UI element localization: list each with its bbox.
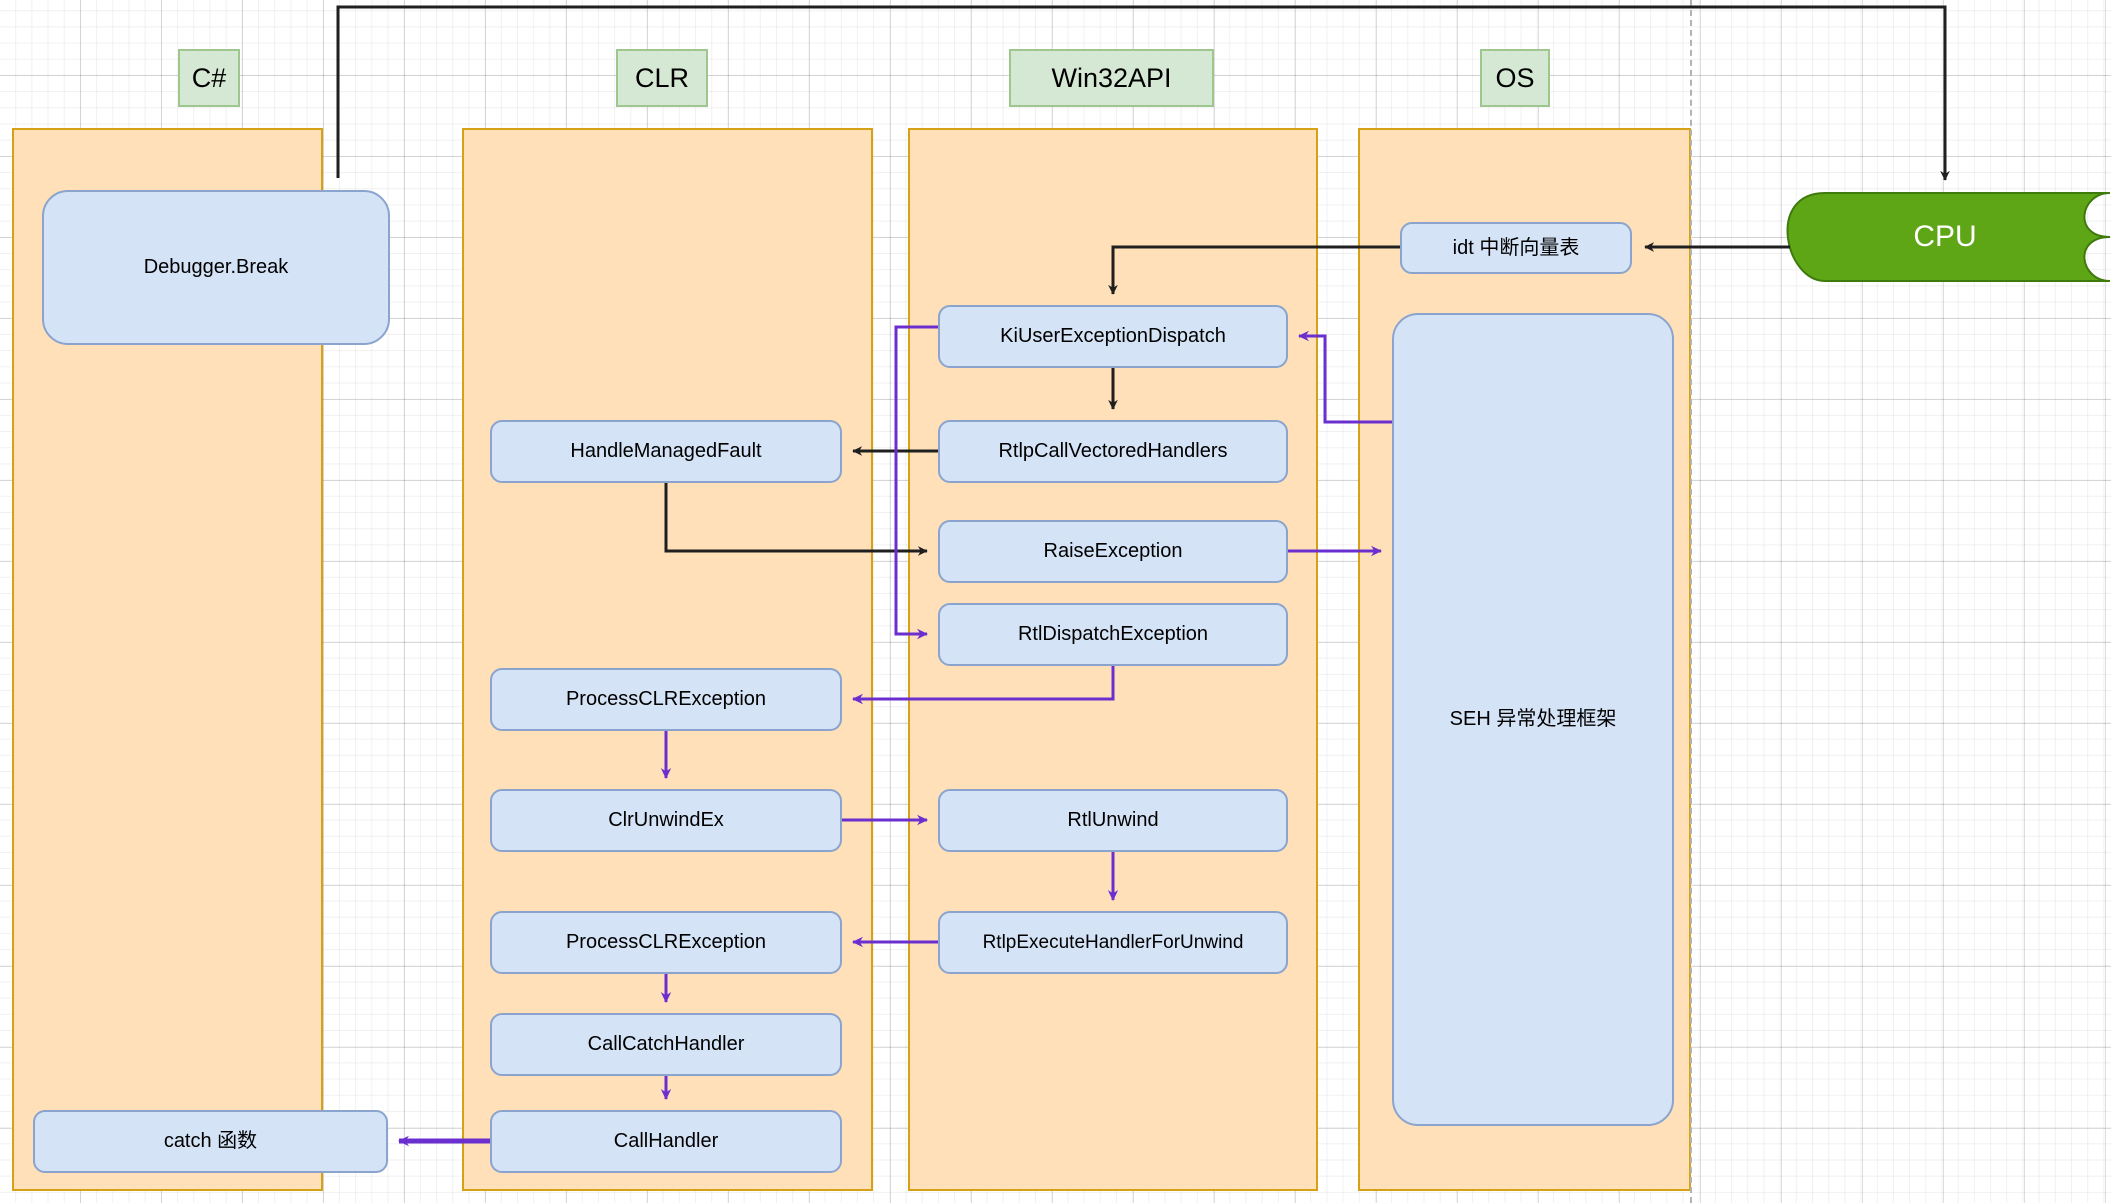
node-call-handler-label: CallHandler — [613, 1130, 719, 1152]
node-clr-unwind-ex-label: ClrUnwindEx — [608, 809, 724, 831]
page-break-guide — [1690, 0, 1692, 1203]
lane-title-csharp[interactable]: C# — [178, 49, 240, 107]
node-rtl-dispatch-exception-label: RtlDispatchException — [1017, 623, 1209, 645]
node-call-catch-handler[interactable]: CallCatchHandler — [490, 1013, 842, 1076]
node-rtl-unwind-label: RtlUnwind — [1067, 809, 1159, 831]
lane-title-clr[interactable]: CLR — [616, 49, 708, 107]
node-seh-framework-label: SEH 异常处理框架 — [1449, 708, 1617, 730]
node-idt-table[interactable]: idt 中断向量表 — [1400, 222, 1632, 274]
node-catch-function[interactable]: catch 函数 — [33, 1110, 388, 1173]
node-rtlp-execute-handler-for-unwind-label: RtlpExecuteHandlerForUnwind — [982, 931, 1244, 953]
node-cpu-label: CPU — [1913, 220, 1977, 253]
node-catch-function-label: catch 函数 — [163, 1130, 258, 1152]
lane-title-win32api[interactable]: Win32API — [1009, 49, 1214, 107]
node-rtlp-call-vectored-handlers[interactable]: RtlpCallVectoredHandlers — [938, 420, 1288, 483]
node-process-clr-exception-2-label: ProcessCLRException — [565, 931, 767, 953]
node-debugger-break[interactable]: Debugger.Break — [42, 190, 390, 345]
node-call-catch-handler-label: CallCatchHandler — [587, 1033, 745, 1055]
node-handle-managed-fault-label: HandleManagedFault — [570, 440, 762, 462]
node-rtlp-execute-handler-for-unwind[interactable]: RtlpExecuteHandlerForUnwind — [938, 911, 1288, 974]
node-rtl-unwind[interactable]: RtlUnwind — [938, 789, 1288, 852]
lane-title-clr-label: CLR — [634, 62, 689, 93]
node-process-clr-exception-2[interactable]: ProcessCLRException — [490, 911, 842, 974]
node-rtlp-call-vectored-handlers-label: RtlpCallVectoredHandlers — [998, 440, 1228, 462]
node-process-clr-exception-1[interactable]: ProcessCLRException — [490, 668, 842, 731]
node-raise-exception[interactable]: RaiseException — [938, 520, 1288, 583]
node-cpu[interactable]: CPU — [1780, 192, 2110, 282]
node-clr-unwind-ex[interactable]: ClrUnwindEx — [490, 789, 842, 852]
node-call-handler[interactable]: CallHandler — [490, 1110, 842, 1173]
lane-title-os-label: OS — [1495, 62, 1535, 93]
lane-title-csharp-label: C# — [191, 62, 227, 93]
lane-title-os[interactable]: OS — [1480, 49, 1550, 107]
node-handle-managed-fault[interactable]: HandleManagedFault — [490, 420, 842, 483]
node-rtl-dispatch-exception[interactable]: RtlDispatchException — [938, 603, 1288, 666]
node-raise-exception-label: RaiseException — [1043, 540, 1183, 562]
diagram-canvas: C# CLR Win32API OS Debugger.Break catch … — [0, 0, 2111, 1203]
node-idt-table-label: idt 中断向量表 — [1452, 236, 1580, 259]
node-ki-user-exception-dispatch-label: KiUserExceptionDispatch — [1000, 325, 1226, 347]
lane-title-win32api-label: Win32API — [1051, 62, 1172, 93]
node-process-clr-exception-1-label: ProcessCLRException — [565, 688, 767, 710]
node-debugger-break-label: Debugger.Break — [143, 256, 289, 278]
node-seh-framework[interactable]: SEH 异常处理框架 — [1392, 313, 1674, 1126]
node-ki-user-exception-dispatch[interactable]: KiUserExceptionDispatch — [938, 305, 1288, 368]
